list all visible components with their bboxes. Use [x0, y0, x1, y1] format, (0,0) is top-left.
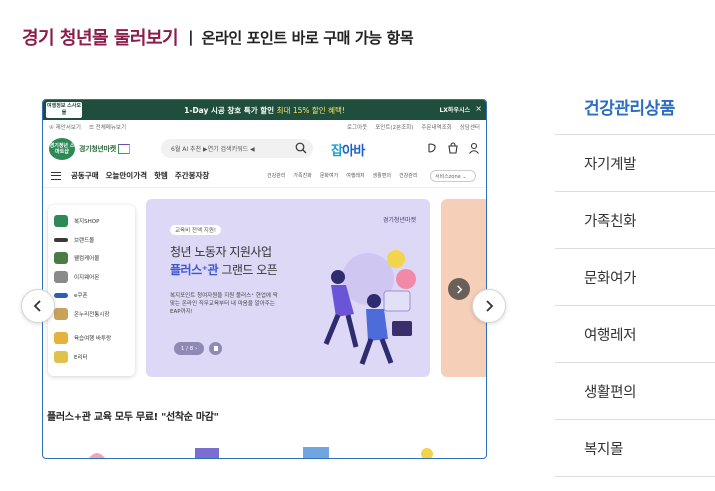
util-link-proposal[interactable]: ♔ 제안서보기	[49, 123, 81, 131]
hero-title-rest: 그랜드 오픈	[218, 263, 278, 277]
nav-weekly[interactable]: 주간봉자장	[175, 170, 210, 181]
eliter-icon	[54, 350, 68, 363]
side-cat-welfare-shop[interactable]: 복지SHOP	[54, 212, 129, 231]
header-icons	[426, 142, 480, 154]
promo-main: 1-Day 시공 창호 특가 할인	[184, 105, 275, 115]
util-link-support[interactable]: 상담센터	[460, 123, 480, 131]
nav-hot-items[interactable]: 핫템	[154, 170, 168, 181]
mall-logo-badge[interactable]: 경기청년 스마트샵	[49, 138, 75, 160]
side-cat-welcome[interactable]: 웰컴케어몰	[54, 249, 129, 268]
utility-bar: ♔ 제안서보기 ☰ 전체메뉴보기 로그아웃 포인트(2분조회) 주문내역조회 상…	[43, 120, 486, 134]
side-cat-label: 브랜드몰	[74, 237, 95, 244]
job-logo-b: 아바	[342, 144, 365, 159]
category-living[interactable]: 생활편의	[555, 363, 715, 420]
category-welfare-mall[interactable]: 복지몰	[555, 420, 715, 477]
category-family[interactable]: 가족친화	[555, 192, 715, 249]
page-header: 경기 청년몰 둘러보기 | 온라인 포인트 바로 구매 가능 항목	[22, 24, 414, 50]
nav-sub-2[interactable]: 가족친화	[293, 172, 311, 179]
side-cat-label: e쿠폰	[74, 293, 88, 300]
side-cat-label: 육습여행 바투랑	[74, 336, 112, 343]
category-self-development[interactable]: 자기계발	[555, 135, 715, 192]
search-icon[interactable]	[295, 142, 307, 154]
welfare-shop-icon	[54, 215, 68, 228]
nav-sub-3[interactable]: 문화여가	[320, 172, 338, 179]
user-icon[interactable]	[468, 142, 480, 154]
top-badge: 여행정보 스사오몰	[46, 102, 82, 118]
easy-icon	[54, 270, 68, 283]
service-zone-select[interactable]: 서비스zone ⌄	[430, 170, 476, 182]
category-panel: 건강관리상품 자기계발 가족친화 문화여가 여행레저 생활편의 복지몰	[555, 78, 715, 477]
recent-icon[interactable]	[426, 142, 438, 154]
nav-group-buy[interactable]: 공동구매	[71, 170, 99, 181]
chevron-left-icon	[33, 300, 41, 312]
side-cat-label: 복지SHOP	[74, 219, 100, 226]
close-icon[interactable]: ×	[475, 104, 482, 113]
side-cat-eliter[interactable]: E리터	[54, 348, 129, 367]
mall-preview[interactable]: 여행정보 스사오몰 1-Day 시공 창호 특가 할인 최대 15% 할인 혜택…	[42, 99, 487, 459]
util-link-points[interactable]: 포인트(2분조회)	[375, 123, 413, 131]
nav-sub-4[interactable]: 여행레저	[346, 172, 364, 179]
hero-description: 복지포인트 청여자원을 지원 플러스⁺ 현업에 딱 맞는 온라인 직무교육부터 …	[170, 293, 278, 315]
menu-icon[interactable]	[51, 171, 61, 180]
page-title: 경기 청년몰 둘러보기	[22, 28, 179, 49]
side-cat-label: E리터	[74, 354, 88, 361]
hero-illustration	[323, 250, 416, 365]
category-travel-leisure[interactable]: 여행레저	[555, 306, 715, 363]
pause-icon[interactable]	[209, 342, 222, 355]
side-category-card: 복지SHOP 브랜드몰 웰컴케어몰 이지웨어몬 e쿠폰 온누리전통시장 육습여행…	[48, 205, 135, 376]
util-link-orders[interactable]: 주문내역조회	[421, 123, 451, 131]
side-cat-ecoupon[interactable]: e쿠폰	[54, 286, 129, 305]
category-active-health[interactable]: 건강관리상품	[555, 78, 715, 135]
nav-sub-1[interactable]: 건강관리	[267, 172, 285, 179]
hero-pager[interactable]: 1 / 8 ›	[174, 342, 204, 355]
coupon-icon	[54, 292, 68, 298]
hero-banner[interactable]: 교육비 전액 지원! 청년 노동자 지원사업 플러스⁺관 그랜드 오픈 복지포인…	[146, 199, 430, 377]
page-subtitle: 온라인 포인트 바로 구매 가능 항목	[201, 28, 414, 47]
side-cat-easy[interactable]: 이지웨어몬	[54, 268, 129, 287]
welcome-icon	[54, 252, 68, 265]
side-cat-brand[interactable]: 브랜드몰	[54, 231, 129, 250]
category-culture[interactable]: 문화여가	[555, 249, 715, 306]
mall-section-title: 플러스+관 교육 모두 무료! "선착순 마감"	[47, 412, 219, 423]
chevron-right-icon[interactable]	[448, 278, 470, 300]
mall-main-bar: 경기청년 스마트샵 경기청년마켓 6월 AI 추천 ▶연기 검색키워드 ◀ 잡아…	[43, 134, 486, 164]
market-icon	[54, 307, 68, 320]
cart-icon[interactable]	[447, 142, 459, 154]
flag-icon	[117, 144, 130, 154]
carousel-prev-button[interactable]	[21, 289, 55, 323]
section-thumbnails	[89, 447, 433, 458]
promo-highlight: 최대 15% 할인 혜택!	[276, 105, 345, 115]
hero-accent: 플러스⁺관	[170, 263, 219, 277]
brand-icon	[54, 237, 68, 242]
side-cat-travel[interactable]: 육습여행 바투랑	[54, 329, 129, 348]
mall-logo-text[interactable]: 경기청년마켓	[79, 144, 130, 154]
chevron-right-icon	[486, 300, 494, 312]
travel-icon	[54, 332, 68, 345]
mall-logo-label: 경기청년마켓	[79, 145, 116, 153]
side-cat-label: 이지웨어몬	[74, 274, 100, 281]
hero-badge: 교육비 전액 지원!	[170, 225, 222, 235]
top-promo-banner[interactable]: 여행정보 스사오몰 1-Day 시공 창호 특가 할인 최대 15% 할인 혜택…	[43, 100, 486, 120]
job-logo-a: 잡	[331, 144, 343, 159]
mall-nav: 공동구매 오늘만이가격 핫템 주간봉자장 건강관리 가족친화 문화여가 여행레저…	[43, 164, 486, 188]
search-input[interactable]: 6월 AI 추천 ▶연기 검색키워드 ◀	[161, 139, 313, 158]
util-link-logout[interactable]: 로그아웃	[347, 123, 367, 131]
side-cat-label: 웰컴케어몰	[74, 256, 100, 263]
top-promo-text: 1-Day 시공 창호 특가 할인 최대 15% 할인 혜택!	[43, 105, 486, 116]
util-link-menu[interactable]: ☰ 전체메뉴보기	[89, 123, 126, 131]
hero-title: 청년 노동자 지원사업	[170, 245, 272, 259]
side-cat-label: 온누리전통시장	[74, 311, 110, 318]
hero-title-2: 플러스⁺관 그랜드 오픈	[170, 261, 278, 278]
job-promo-logo[interactable]: 잡아바	[331, 140, 365, 159]
search-placeholder: 6월 AI 추천 ▶연기 검색키워드 ◀	[171, 146, 255, 153]
carousel-next-button[interactable]	[472, 289, 506, 323]
nav-sub-5[interactable]: 생활편의	[373, 172, 391, 179]
nav-sub-6[interactable]: 건강관리	[399, 172, 417, 179]
nav-today-price[interactable]: 오늘만이가격	[106, 170, 147, 181]
side-cat-market[interactable]: 온누리전통시장	[54, 305, 129, 324]
title-separator: |	[188, 28, 194, 46]
promo-brand: LX하우시스	[439, 107, 470, 114]
hero-logo: 경기청년마켓	[382, 217, 416, 224]
